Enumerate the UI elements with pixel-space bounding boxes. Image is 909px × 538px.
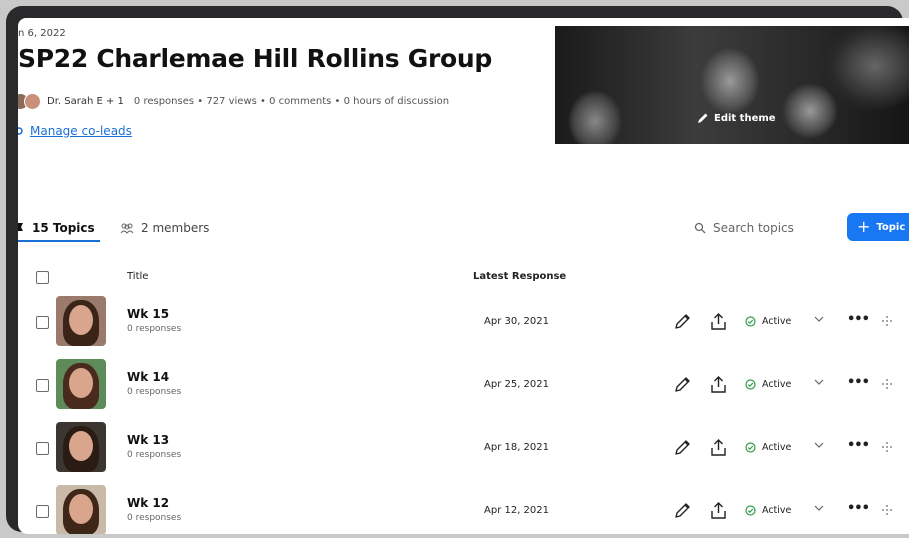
share-icon[interactable] xyxy=(710,313,727,331)
chevron-down-icon[interactable] xyxy=(814,441,824,449)
status-label: Active xyxy=(762,505,792,516)
topic-responses: 0 responses xyxy=(127,450,182,460)
status-label: Active xyxy=(762,442,792,453)
thumbnail-face xyxy=(69,494,93,524)
more-icon[interactable]: ••• xyxy=(847,312,870,327)
topic-responses: 0 responses xyxy=(127,387,182,397)
avatar xyxy=(24,92,41,110)
row-checkbox[interactable] xyxy=(36,316,49,329)
lead-avatars[interactable] xyxy=(18,92,41,110)
table-row[interactable]: Wk 14 0 responses Apr 25, 2021 Active ••… xyxy=(18,359,909,422)
tab-members[interactable]: 2 members xyxy=(120,218,209,238)
topic-name[interactable]: Wk 14 xyxy=(127,370,169,384)
tab-members-label: 2 members xyxy=(141,221,210,235)
edit-icon[interactable] xyxy=(674,502,691,519)
status-dropdown[interactable]: Active xyxy=(745,316,791,327)
group-stats: 0 responses • 727 views • 0 comments • 0… xyxy=(133,95,450,107)
theme-banner[interactable]: Edit theme xyxy=(555,26,909,144)
manage-coleads-label: Manage co-leads xyxy=(30,124,132,138)
status-dropdown[interactable]: Active xyxy=(745,442,791,453)
tab-bar: 15 Topics 2 members Search topics + Topi… xyxy=(18,213,909,248)
thumbnail-face xyxy=(69,368,93,398)
check-circle-icon xyxy=(745,442,756,453)
topic-thumbnail[interactable] xyxy=(56,296,106,346)
edit-icon[interactable] xyxy=(674,439,691,456)
edit-icon[interactable] xyxy=(674,376,691,393)
more-icon[interactable]: ••• xyxy=(847,375,870,390)
topic-latest-response: Apr 30, 2021 xyxy=(484,316,550,327)
tab-topics[interactable]: 15 Topics xyxy=(18,218,95,238)
share-icon[interactable] xyxy=(710,502,727,520)
edit-icon[interactable] xyxy=(674,313,691,330)
chevron-down-icon[interactable] xyxy=(814,315,824,323)
thumbnail-face xyxy=(69,305,93,335)
members-icon xyxy=(120,223,134,234)
drag-handle-icon[interactable] xyxy=(881,315,893,327)
column-title: Title xyxy=(127,271,149,282)
topic-name[interactable]: Wk 13 xyxy=(127,433,169,447)
search-topics[interactable]: Search topics xyxy=(694,218,794,238)
check-circle-icon xyxy=(745,379,756,390)
drag-handle-icon[interactable] xyxy=(881,441,893,453)
status-dropdown[interactable]: Active xyxy=(745,379,791,390)
edit-theme-label: Edit theme xyxy=(714,112,776,124)
topic-latest-response: Apr 12, 2021 xyxy=(484,505,550,516)
device-frame: n 6, 2022 SP22 Charlemae Hill Rollins Gr… xyxy=(6,6,909,534)
more-icon[interactable]: ••• xyxy=(847,438,870,453)
status-label: Active xyxy=(762,379,792,390)
pencil-icon xyxy=(698,113,708,123)
topic-responses: 0 responses xyxy=(127,324,182,334)
select-all-checkbox[interactable] xyxy=(36,271,49,284)
topic-thumbnail[interactable] xyxy=(56,422,106,472)
share-icon[interactable] xyxy=(710,376,727,394)
active-tab-indicator xyxy=(18,240,100,242)
row-checkbox[interactable] xyxy=(36,505,49,518)
add-topic-label: Topic xyxy=(876,221,906,233)
status-label: Active xyxy=(762,316,792,327)
topic-latest-response: Apr 25, 2021 xyxy=(484,379,550,390)
lead-names[interactable]: Dr. Sarah E + 1 xyxy=(47,96,124,107)
screen: n 6, 2022 SP22 Charlemae Hill Rollins Gr… xyxy=(18,18,909,534)
topic-name[interactable]: Wk 12 xyxy=(127,496,169,510)
drag-handle-icon[interactable] xyxy=(881,378,893,390)
topic-name[interactable]: Wk 15 xyxy=(127,307,169,321)
topic-responses: 0 responses xyxy=(127,513,182,523)
table-header: Title Latest Response xyxy=(18,268,909,288)
table-row[interactable]: Wk 13 0 responses Apr 18, 2021 Active ••… xyxy=(18,422,909,485)
plus-icon: + xyxy=(857,217,871,236)
share-icon[interactable] xyxy=(710,439,727,457)
table-row[interactable]: Wk 12 0 responses Apr 12, 2021 Active ••… xyxy=(18,485,909,534)
search-placeholder: Search topics xyxy=(713,221,794,235)
row-checkbox[interactable] xyxy=(36,379,49,392)
manage-coleads-link[interactable]: Manage co-leads xyxy=(18,124,132,138)
more-icon[interactable]: ••• xyxy=(847,501,870,516)
check-circle-icon xyxy=(745,505,756,516)
topic-latest-response: Apr 18, 2021 xyxy=(484,442,550,453)
group-date: n 6, 2022 xyxy=(18,28,66,39)
search-icon xyxy=(694,222,706,234)
thumbnail-face xyxy=(69,431,93,461)
row-checkbox[interactable] xyxy=(36,442,49,455)
table-row[interactable]: Wk 15 0 responses Apr 30, 2021 Active ••… xyxy=(18,296,909,359)
link-icon xyxy=(18,127,23,135)
drag-handle-icon[interactable] xyxy=(881,504,893,516)
page-title: SP22 Charlemae Hill Rollins Group xyxy=(18,44,492,73)
topic-thumbnail[interactable] xyxy=(56,485,106,534)
edit-theme-button[interactable]: Edit theme xyxy=(697,112,776,124)
tab-topics-label: 15 Topics xyxy=(32,221,95,235)
chevron-down-icon[interactable] xyxy=(814,504,824,512)
check-circle-icon xyxy=(745,316,756,327)
chevron-down-icon[interactable] xyxy=(814,378,824,386)
topic-thumbnail[interactable] xyxy=(56,359,106,409)
flag-icon xyxy=(18,223,23,231)
column-latest-response[interactable]: Latest Response xyxy=(473,271,566,282)
add-topic-button[interactable]: + Topic xyxy=(847,213,909,241)
group-meta: Dr. Sarah E + 1 0 responses • 727 views … xyxy=(18,92,449,110)
status-dropdown[interactable]: Active xyxy=(745,505,791,516)
